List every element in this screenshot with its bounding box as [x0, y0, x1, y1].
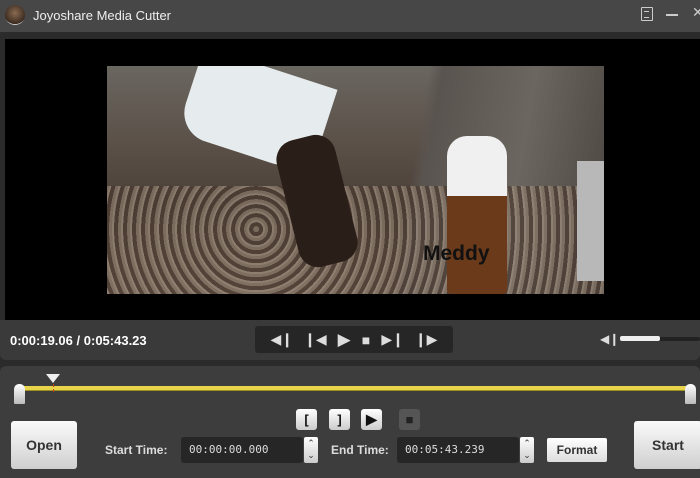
- end-time-label: End Time:: [331, 443, 389, 457]
- time-separator: /: [76, 333, 81, 348]
- video-frame: Meddy: [107, 66, 604, 294]
- app-logo-icon: [5, 5, 25, 25]
- start-button[interactable]: Start: [634, 421, 700, 469]
- close-icon[interactable]: ✕: [692, 4, 700, 21]
- start-time-label: Start Time:: [105, 443, 168, 457]
- stop-preview-icon[interactable]: ■: [399, 409, 420, 430]
- prev-segment-icon[interactable]: ◀❙: [271, 331, 294, 348]
- playhead-line: [53, 384, 55, 392]
- stop-icon[interactable]: ■: [362, 332, 370, 348]
- end-handle[interactable]: [685, 384, 696, 404]
- frame-bottle: [447, 136, 507, 294]
- video-overlay-text: Meddy: [423, 242, 490, 265]
- prev-frame-icon[interactable]: ❙◀: [304, 331, 327, 348]
- timeline-track[interactable]: [16, 386, 692, 390]
- start-handle[interactable]: [14, 384, 25, 404]
- volume-icon[interactable]: ◀❙: [600, 332, 619, 346]
- transport-controls: ◀❙ ❙◀ ▶ ■ ▶❙ ❙▶: [255, 326, 453, 353]
- next-segment-icon[interactable]: ❙▶: [415, 331, 438, 348]
- start-time-input[interactable]: 00:00:00.000: [181, 437, 303, 463]
- format-button[interactable]: Format: [547, 438, 607, 462]
- end-time-input[interactable]: 00:05:43.239: [397, 437, 519, 463]
- set-start-button[interactable]: [: [296, 409, 317, 430]
- next-frame-icon[interactable]: ▶❙: [381, 331, 404, 348]
- preview-segment-icon[interactable]: ▶: [361, 409, 382, 430]
- play-icon[interactable]: ▶: [338, 330, 351, 350]
- current-time: 0:00:19.06: [10, 333, 73, 348]
- minimize-icon[interactable]: [666, 14, 678, 16]
- menu-icon[interactable]: [641, 7, 653, 21]
- open-button[interactable]: Open: [11, 421, 77, 469]
- window-title: Joyoshare Media Cutter: [33, 8, 172, 23]
- timecode: 0:00:19.06 / 0:05:43.23: [10, 333, 147, 348]
- playhead-marker[interactable]: [46, 374, 61, 383]
- frame-can: [577, 161, 604, 281]
- set-end-button[interactable]: ]: [329, 409, 350, 430]
- volume-fill: [620, 336, 660, 341]
- start-time-stepper[interactable]: ⌃ ⌄: [304, 437, 318, 463]
- duration: 0:05:43.23: [83, 333, 147, 348]
- end-time-stepper[interactable]: ⌃ ⌄: [520, 437, 534, 463]
